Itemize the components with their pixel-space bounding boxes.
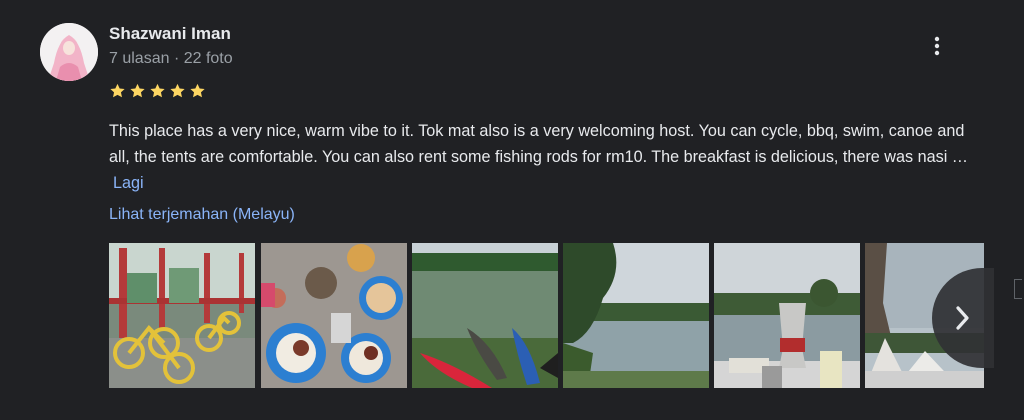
star-icon — [150, 83, 165, 98]
chevron-right-icon — [932, 268, 994, 368]
star-icon — [130, 83, 145, 98]
more-actions-button[interactable] — [922, 33, 952, 61]
review-card: Shazwani Iman 7 ulasan · 22 foto This pl… — [0, 0, 1024, 420]
more-vert-icon — [934, 36, 940, 56]
read-more-link[interactable]: Lagi — [113, 174, 144, 192]
review-photo-canoes[interactable] — [412, 243, 558, 388]
star-icon — [170, 83, 185, 98]
review-photo-coffee-pot[interactable] — [714, 243, 860, 388]
reviewer-meta: 7 ulasan · 22 foto — [109, 50, 233, 67]
review-text: This place has a very nice, warm vibe to… — [109, 118, 984, 196]
avatar-image — [40, 23, 98, 81]
next-photo-button[interactable] — [932, 268, 994, 368]
star-rating — [108, 82, 207, 100]
star-icon — [190, 83, 205, 98]
reviewer-name[interactable]: Shazwani Iman — [109, 24, 231, 44]
review-photo-breakfast[interactable] — [261, 243, 407, 388]
translate-link[interactable]: Lihat terjemahan (Melayu) — [109, 206, 295, 224]
star-icon — [110, 83, 125, 98]
review-photo-bicycles[interactable] — [109, 243, 255, 388]
scroll-edge-indicator — [1014, 279, 1022, 299]
reviewer-avatar[interactable] — [40, 23, 98, 81]
review-photo-pond[interactable] — [563, 243, 709, 388]
review-body: This place has a very nice, warm vibe to… — [109, 122, 968, 166]
